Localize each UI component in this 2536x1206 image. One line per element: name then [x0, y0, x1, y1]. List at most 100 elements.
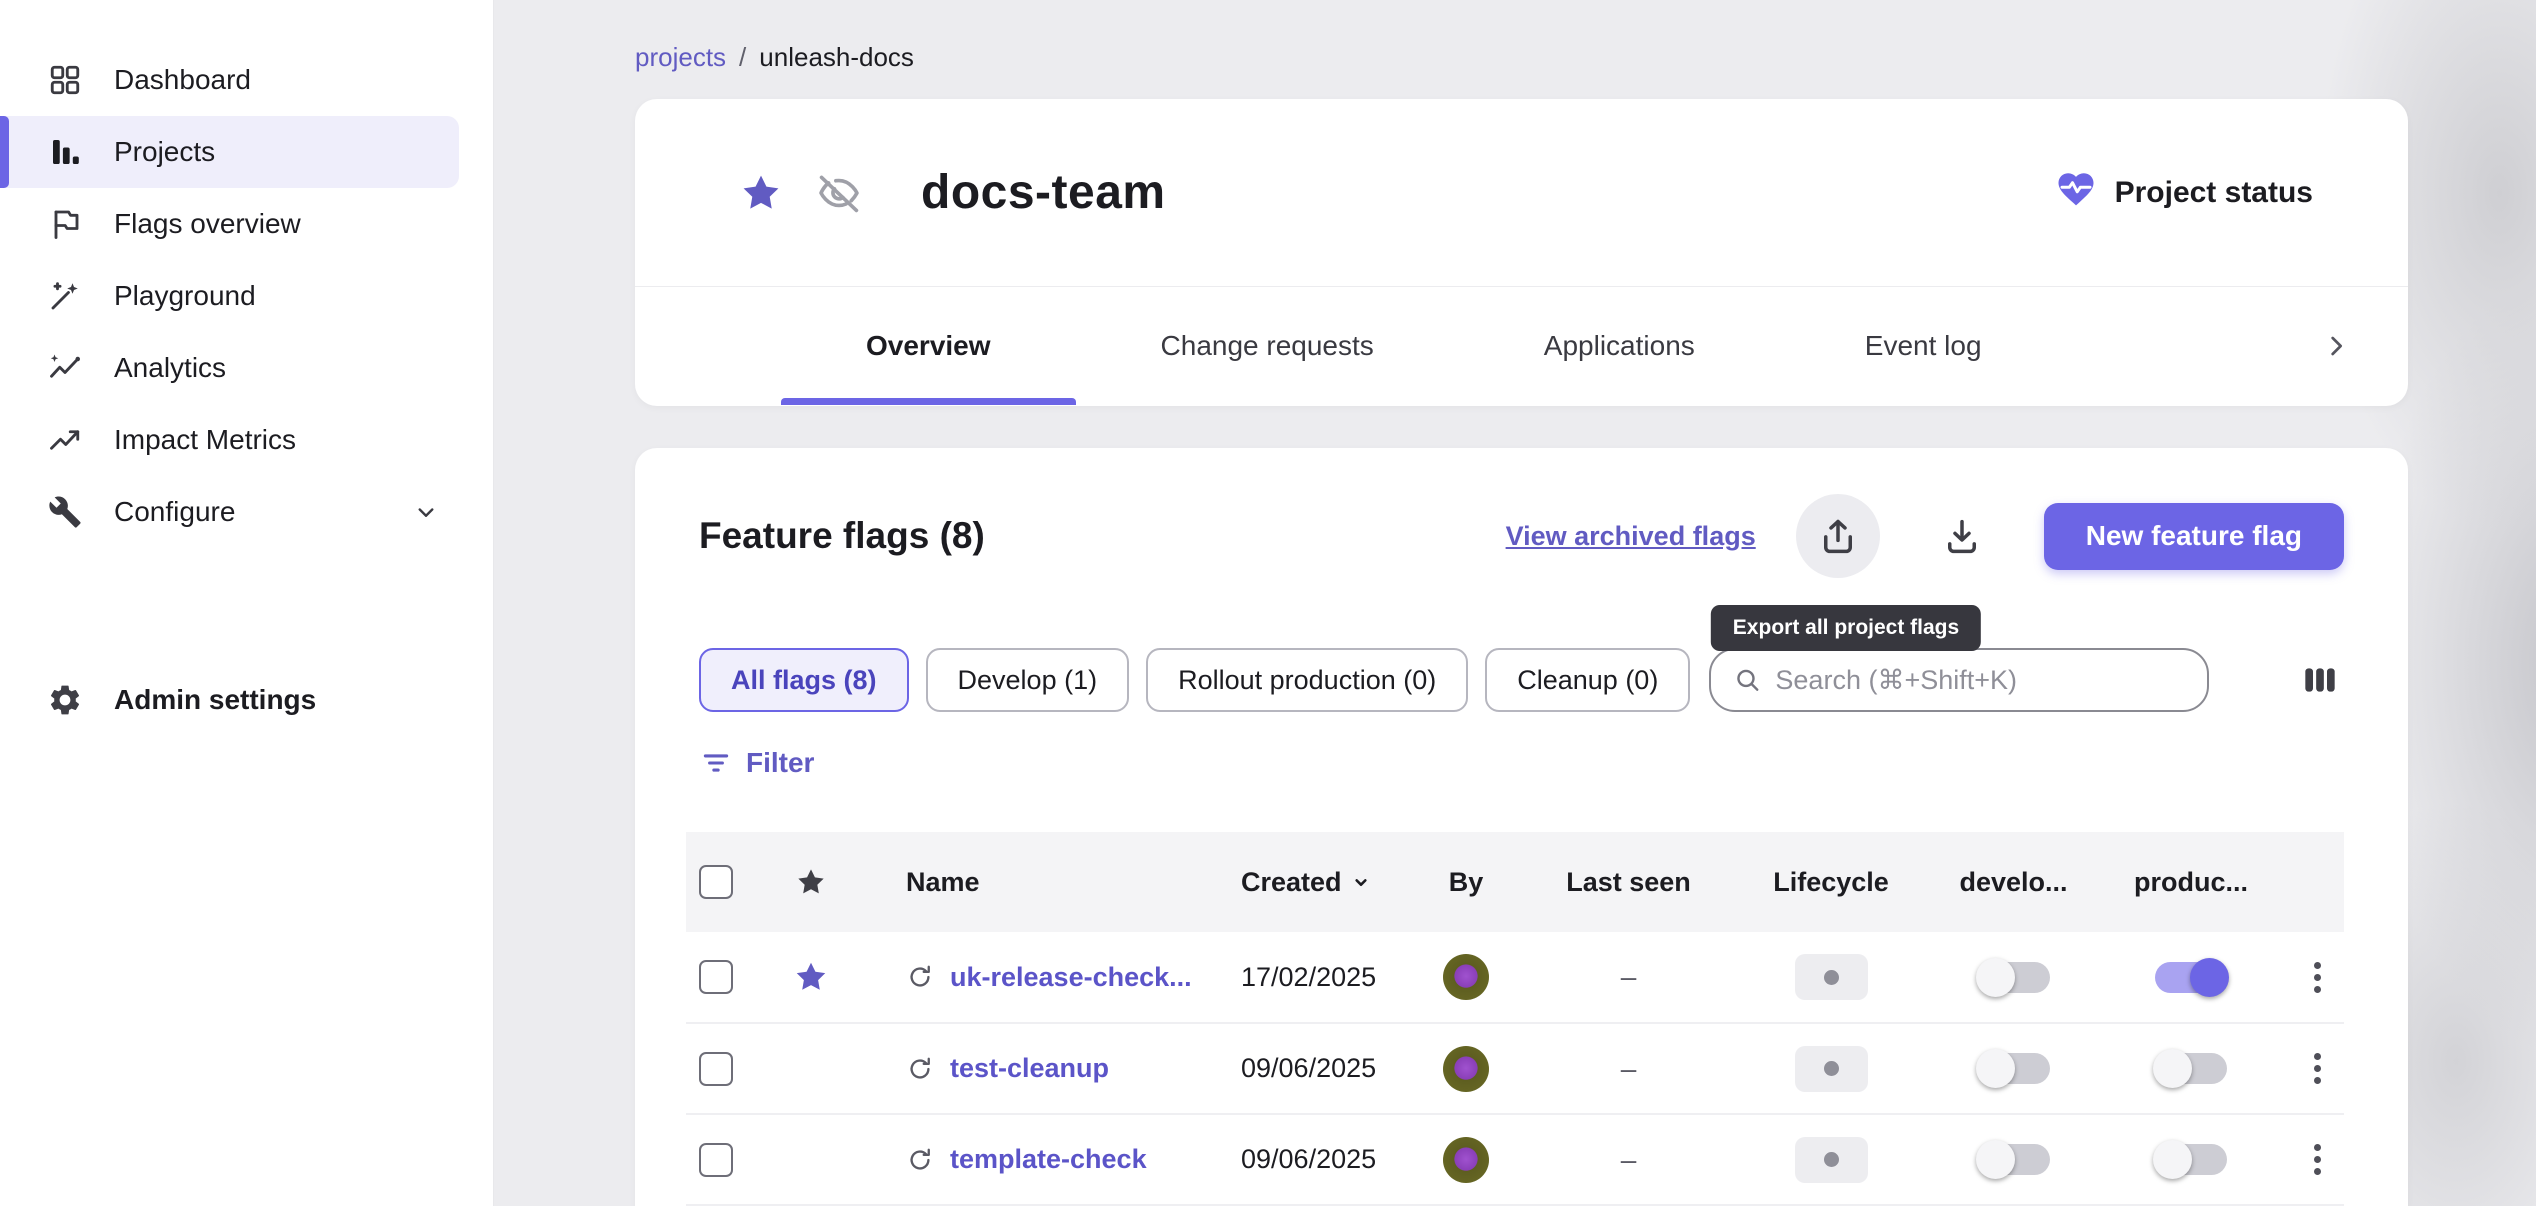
export-icon	[1817, 515, 1859, 557]
lifecycle-stage-dot	[1824, 970, 1839, 985]
favorite-star-icon[interactable]	[739, 171, 783, 215]
table-row: template-check 09/06/2025 –	[686, 1114, 2344, 1205]
search-icon	[1733, 664, 1762, 696]
table-row: test-cleanup 09/06/2025 –	[686, 1023, 2344, 1114]
lifecycle-badge[interactable]	[1795, 954, 1868, 1000]
production-toggle[interactable]	[2155, 1144, 2227, 1175]
columns-icon	[2300, 660, 2340, 700]
sidebar-item-admin-settings[interactable]: Admin settings	[0, 664, 459, 736]
row-checkbox[interactable]	[699, 1052, 733, 1086]
sidebar-item-label: Playground	[114, 280, 256, 312]
export-flags-button[interactable]	[1796, 494, 1880, 578]
created-date: 09/06/2025	[1226, 1023, 1401, 1114]
created-date: 17/02/2025	[1226, 932, 1401, 1023]
lifecycle-badge[interactable]	[1795, 1046, 1868, 1092]
toggle-knob	[1976, 958, 2015, 997]
select-all-checkbox[interactable]	[699, 865, 733, 899]
eye-off-icon[interactable]	[817, 171, 861, 215]
breadcrumb-separator: /	[739, 42, 746, 73]
sidebar-item-dashboard[interactable]: Dashboard	[0, 44, 459, 116]
flag-type-icon	[906, 1146, 934, 1174]
sidebar-item-label: Dashboard	[114, 64, 251, 96]
tab-overview[interactable]: Overview	[781, 287, 1076, 405]
project-header-row: docs-team Project status	[635, 99, 2408, 287]
project-title: docs-team	[921, 165, 1166, 220]
sort-chevron-icon	[1348, 869, 1374, 895]
sidebar-item-label: Configure	[114, 496, 235, 528]
sidebar-item-label: Analytics	[114, 352, 226, 384]
row-checkbox[interactable]	[699, 1143, 733, 1177]
search-input[interactable]	[1775, 665, 2197, 696]
project-status-button[interactable]: Project status	[2055, 168, 2313, 218]
user-avatar[interactable]	[1443, 954, 1489, 1000]
sidebar-item-playground[interactable]: Playground	[0, 260, 459, 332]
sidebar-item-label: Flags overview	[114, 208, 301, 240]
flag-name-link[interactable]: template-check	[950, 1144, 1147, 1175]
row-actions-menu[interactable]	[2308, 1138, 2327, 1181]
development-toggle[interactable]	[1978, 962, 2050, 993]
column-header-created[interactable]: Created	[1226, 832, 1401, 932]
tab-change-requests[interactable]: Change requests	[1076, 287, 1459, 405]
sidebar-item-label: Impact Metrics	[114, 424, 296, 456]
column-header-development: develo...	[1936, 832, 2091, 932]
flag-name-link[interactable]: test-cleanup	[950, 1053, 1109, 1084]
chip-all-flags[interactable]: All flags (8)	[699, 648, 909, 712]
sidebar-item-impact-metrics[interactable]: Impact Metrics	[0, 404, 459, 476]
lifecycle-badge[interactable]	[1795, 1137, 1868, 1183]
tab-label: Overview	[866, 330, 991, 362]
columns-view-button[interactable]	[2300, 660, 2340, 700]
chip-cleanup[interactable]: Cleanup (0)	[1485, 648, 1690, 712]
filter-button[interactable]: Filter	[699, 746, 814, 780]
more-tabs-button[interactable]	[2320, 287, 2352, 405]
last-seen-value: –	[1531, 1023, 1726, 1114]
export-tooltip: Export all project flags	[1711, 605, 1981, 651]
sidebar-item-projects[interactable]: Projects	[0, 116, 459, 188]
column-header-production: produc...	[2091, 832, 2291, 932]
flag-filter-chips-row: All flags (8) Develop (1) Rollout produc…	[699, 648, 2344, 712]
production-toggle[interactable]	[2155, 1053, 2227, 1084]
import-flags-button[interactable]	[1920, 494, 2004, 578]
user-avatar[interactable]	[1443, 1137, 1489, 1183]
column-header-name: Name	[876, 832, 1226, 932]
app-root: Dashboard Projects Flags overview Playgr…	[0, 0, 2536, 1206]
new-feature-flag-button[interactable]: New feature flag	[2044, 503, 2344, 570]
tab-event-log[interactable]: Event log	[1780, 287, 2067, 405]
breadcrumb-projects-link[interactable]: projects	[635, 42, 726, 73]
chip-develop[interactable]: Develop (1)	[926, 648, 1130, 712]
project-tabs: Overview Change requests Applications Ev…	[635, 287, 2408, 405]
development-toggle[interactable]	[1978, 1144, 2050, 1175]
sidebar-item-flags-overview[interactable]: Flags overview	[0, 188, 459, 260]
user-avatar[interactable]	[1443, 1046, 1489, 1092]
toggle-knob	[1976, 1140, 2015, 1179]
flags-title: Feature flags (8)	[699, 515, 985, 557]
toggle-knob	[2190, 958, 2229, 997]
row-checkbox[interactable]	[699, 960, 733, 994]
sidebar-item-configure[interactable]: Configure	[0, 476, 459, 548]
production-toggle[interactable]	[2155, 962, 2227, 993]
flag-icon	[46, 205, 84, 243]
toggle-knob	[2153, 1140, 2192, 1179]
wand-icon	[46, 277, 84, 315]
breadcrumb-current: unleash-docs	[759, 42, 914, 73]
row-actions-menu[interactable]	[2308, 956, 2327, 999]
flags-header-row: Feature flags (8) View archived flags Ne…	[699, 448, 2344, 578]
flag-type-icon	[906, 963, 934, 991]
star-column-header-icon[interactable]	[746, 866, 876, 898]
chevron-right-icon	[2320, 330, 2352, 362]
last-seen-value: –	[1531, 932, 1726, 1023]
tab-applications[interactable]: Applications	[1459, 287, 1780, 405]
row-favorite-star-icon[interactable]	[746, 959, 876, 995]
toggle-knob	[2153, 1049, 2192, 1088]
flag-name-link[interactable]: uk-release-check...	[950, 962, 1192, 993]
analytics-icon	[46, 349, 84, 387]
dashboard-icon	[46, 61, 84, 99]
development-toggle[interactable]	[1978, 1053, 2050, 1084]
projects-icon	[46, 133, 84, 171]
table-header-row: Name Created By Last seen Lifecycle deve…	[686, 832, 2344, 932]
row-actions-menu[interactable]	[2308, 1047, 2327, 1090]
last-seen-value: –	[1531, 1114, 1726, 1205]
view-archived-flags-link[interactable]: View archived flags	[1506, 521, 1756, 552]
sidebar-item-analytics[interactable]: Analytics	[0, 332, 459, 404]
chip-rollout-production[interactable]: Rollout production (0)	[1146, 648, 1468, 712]
gear-icon	[46, 681, 84, 719]
